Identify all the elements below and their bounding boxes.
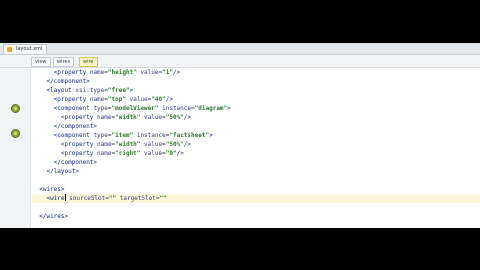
code-area[interactable]: <property name="height" value="1"/> </co… [32,68,480,228]
code-line[interactable]: <wire sourceSlot="" targetSlot="" [32,194,480,203]
code-line[interactable]: <property name="width" value="50%"/> [32,140,480,149]
xml-tag-close: /> [172,69,181,76]
breakpoint-marker-icon[interactable] [11,129,20,138]
code-line[interactable]: <component type="item" instance="factshe… [32,131,480,140]
file-tab-bar: layout.xml [0,43,480,55]
xml-tag-close: > [227,105,231,112]
code-line[interactable] [32,176,480,185]
xml-attribute-value: "0" [165,150,177,157]
code-line[interactable]: <wires> [32,185,480,194]
tab-view[interactable]: view [31,57,51,67]
xml-attribute-value: "modelViewer" [111,105,159,112]
xml-attribute-value: "top" [107,96,126,103]
xml-attribute-name: sourceSlot [69,195,106,202]
xml-tag-close: /> [165,96,173,103]
xml-attribute-name: name [97,150,112,157]
xml-attribute-value: "right" [115,150,141,157]
xml-tag-close: > [209,132,213,139]
xml-attribute-value: "1" [162,69,173,76]
xml-attribute-name: type [93,105,108,112]
xml-tag: </component> [53,123,98,130]
file-tab[interactable]: layout.xml [3,44,48,54]
xml-attribute-value: "free" [107,87,130,94]
xml-attribute-value: "item" [111,132,134,139]
xml-attribute-name: targetSlot [119,195,156,202]
xml-tag: </wires> [39,213,69,220]
xml-attribute-value: "width" [115,114,141,121]
xml-attribute-name: name [97,141,112,148]
tab-wire[interactable]: wire [79,57,98,67]
xml-tag-close: /> [176,150,184,157]
code-line[interactable]: <layout xsi:type="free"> [32,86,480,95]
xml-attribute-name: instance [162,105,192,112]
code-line[interactable]: <component type="modelViewer" instance="… [32,104,480,113]
code-line[interactable]: <property name="top" value="40"/> [32,95,480,104]
xml-attribute-value: "40" [151,96,166,103]
xml-attribute-name: name [89,96,105,103]
code-line[interactable]: </component> [32,122,480,131]
xml-tag: <component [53,132,90,139]
xml-tag: <property [53,69,87,76]
xml-file-icon [7,47,12,52]
xml-attribute-value: "diagram" [194,105,228,112]
xml-tag: </component> [46,78,90,85]
xml-attribute-value: "height" [107,69,137,76]
xml-tag: <layout [46,87,72,94]
code-line[interactable]: <property name="width" value="50%"/> [32,113,480,122]
xml-attribute-name: value [144,141,163,148]
breakpoint-marker-icon[interactable] [11,104,20,113]
editor-gutter [0,68,31,228]
xml-attribute-name: instance [136,132,166,139]
xml-attribute-name: value [144,150,163,157]
xml-tag: <property [60,141,94,148]
xml-tag: <wire [46,195,65,202]
code-line[interactable] [32,203,480,212]
code-line[interactable]: <property name="height" value="1"/> [32,68,480,77]
xml-tag: <property [53,96,87,103]
code-line[interactable]: </component> [32,158,480,167]
xml-attribute-value: "50%" [165,114,184,121]
code-line[interactable]: </component> [32,77,480,86]
xml-tag-close: /> [183,114,192,121]
code-line[interactable]: </layout> [32,167,480,176]
xml-attribute-value: "" [159,195,167,202]
editor-toolbar: view wires wire [0,55,480,68]
xml-tag-close: > [129,87,134,94]
xml-tag: <property [60,114,94,121]
xml-attribute-name: value [144,114,163,121]
tab-wires[interactable]: wires [53,57,75,67]
file-tab-label: layout.xml [16,46,43,52]
xml-attribute-value: "50%" [165,141,184,148]
xml-tag: </component> [53,159,98,166]
xml-attribute-name: name [97,114,112,121]
xml-tag: </layout> [46,168,79,175]
editor-window: layout.xml view wires wire <property nam… [0,43,480,228]
xml-tag-close: /> [183,141,192,148]
xml-tag: <wires> [39,186,65,193]
xml-attribute-value: "width" [115,141,141,148]
xml-attribute-name: value [140,69,159,76]
xml-attribute-value: "factsheet" [169,132,210,139]
xml-attribute-name: value [129,96,148,103]
xml-attribute-name: type [93,132,108,139]
code-line[interactable]: <property name="right" value="0"/> [32,149,480,158]
code-line[interactable]: </wires> [32,212,480,221]
xml-tag: <component [53,105,90,112]
xml-attribute-name: xsi:type [75,87,105,94]
xml-tag: <property [60,150,94,157]
xml-attribute-name: name [89,69,105,76]
